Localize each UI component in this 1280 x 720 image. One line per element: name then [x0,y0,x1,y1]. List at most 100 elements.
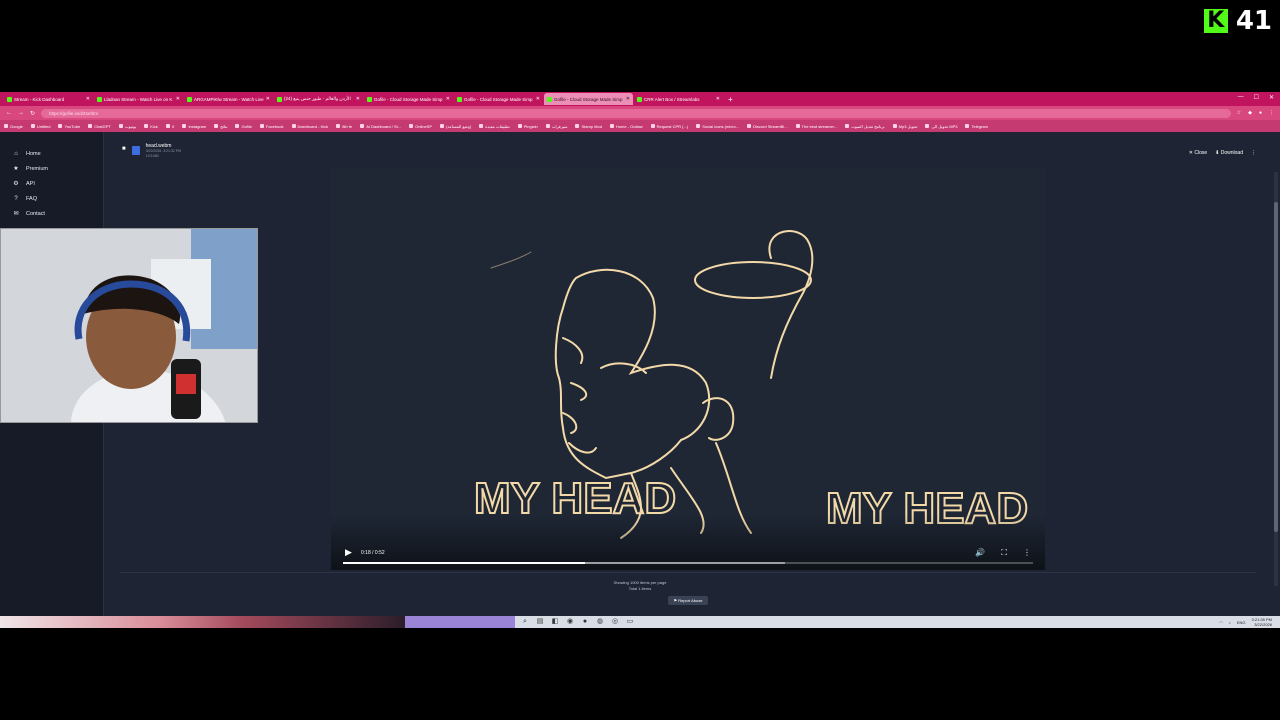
bookmark-item[interactable]: Untitled [31,124,51,129]
tab-favicon-icon [187,96,192,102]
bookmark-item[interactable]: Discord StreamBi... [747,124,787,129]
obs-icon[interactable]: ● [580,617,590,627]
close-button[interactable]: ✕ Close [1189,150,1207,156]
bookmark-item[interactable]: The best streamer... [796,124,838,129]
bookmark-item[interactable]: YouTube [58,124,80,129]
browser-tab[interactable]: Lladnan Stream - Watch Live on K ✕ [94,93,183,105]
code-icon: ⚙ [13,181,19,187]
tab-close-icon[interactable]: ✕ [446,96,450,102]
vscode-icon[interactable]: ◧ [550,617,560,627]
file-icon [131,146,140,155]
scroll-thumb[interactable] [1274,202,1278,532]
more-options-icon[interactable]: ⋮ [1251,150,1256,156]
tab-favicon-icon [277,96,282,102]
bookmark-item[interactable]: يوتيوب [119,124,136,129]
language-indicator[interactable]: ENG [1237,620,1246,625]
file-explorer-icon[interactable]: ▤ [535,617,545,627]
tab-close-icon[interactable]: ✕ [716,96,720,102]
bookmark-item[interactable]: تطبيقات مفيدة [479,124,510,129]
browser-tab[interactable]: Stream - Kick Dashboard ✕ [4,93,93,105]
tab-title: ARGAMPiKlw Stream - Watch Live [194,96,264,102]
browser-tab[interactable]: CRR Alert Box / Streamlabs ✕ [634,93,723,105]
maximize-icon[interactable]: ☐ [1254,94,1259,101]
bookmark-item[interactable]: نتائج [214,124,227,129]
bookmark-item[interactable]: Dashboard - Kick [292,124,329,129]
folder-icon[interactable]: ▭ [625,617,635,627]
browser-tab[interactable]: Gofile - Cloud Storage Made Simp ✕ [544,93,633,105]
extensions-area: ☆ ◆ ● ⋮ [1237,110,1274,116]
forward-icon[interactable]: → [18,110,24,116]
sidebar-item-premium[interactable]: ★ Premium [0,161,103,176]
bookmark-item[interactable]: Home - Outlaw [610,124,643,129]
tab-close-icon[interactable]: ✕ [86,96,90,102]
tab-close-icon[interactable]: ✕ [536,96,540,102]
bookmark-item[interactable]: Kick [144,124,158,129]
tab-close-icon[interactable]: ✕ [266,96,270,102]
tab-close-icon[interactable]: ✕ [176,96,180,102]
page-scrollbar[interactable] [1274,172,1278,586]
bookmark-item[interactable]: Facebook [260,124,284,129]
bookmarks-bar: Google Untitled YouTube ChatGPT يوتيوب Kick X I… [0,120,1280,132]
clock[interactable]: 3:21:35 PM 3/22/2026 [1252,617,1272,627]
bookmark-item[interactable]: Gofile [235,124,251,129]
video-more-icon[interactable]: ⋮ [1023,548,1031,558]
sidebar-item-faq[interactable]: ? FAQ [0,191,103,206]
minimize-icon[interactable]: — [1238,94,1244,101]
bookmark-item[interactable]: OnlineSP [409,124,432,129]
close-window-icon[interactable]: ✕ [1269,94,1274,101]
bookmark-item[interactable]: برنامج تعديل الصوت [845,124,885,129]
browser-tab[interactable]: Gofile - Cloud Storage Made Simp ✕ [364,93,453,105]
star-bookmark-icon[interactable]: ☆ [1237,110,1241,116]
chrome-icon[interactable]: ◉ [565,617,575,627]
bookmark-item[interactable]: سيرفرات [546,124,568,129]
video-progress-bar[interactable] [343,562,1033,564]
tab-favicon-icon [457,96,462,102]
sidebar-item-api[interactable]: ⚙ API [0,176,103,191]
download-button[interactable]: ⬇ Download [1215,150,1243,156]
url-input[interactable]: https://gofile.io/d/Zsef2m [41,108,1231,118]
new-tab-button[interactable]: + [728,95,733,104]
bookmark-item[interactable]: Google [4,124,23,129]
bookmark-item[interactable]: Instagram [182,124,206,129]
back-icon[interactable]: ← [6,110,12,116]
bookmark-item[interactable]: Stamp Mod [575,124,601,129]
video-player[interactable]: MY HEAD MY HEAD ▶ 0:18 / 0:52 🔊 ⛶ ⋮ [331,168,1045,570]
tab-close-icon[interactable]: ✕ [626,96,630,102]
tab-title: Stream - Kick Dashboard [14,96,65,102]
bookmark-item[interactable]: Social icons (micro... [696,124,739,129]
bookmark-item[interactable]: Pingwin [518,124,538,129]
browser-tab[interactable]: (24) الأردن والعالم - طيور جنس ينبع ✕ [274,93,363,105]
bookmark-item[interactable]: تحويل الى MP3 [925,124,957,129]
extension-icon[interactable]: ◆ [1248,110,1252,116]
viewer-count: 41 [1235,6,1272,36]
bookmark-item[interactable]: Request CPR (...) [651,124,689,129]
search-icon[interactable]: ⌕ [520,617,530,627]
tab-title: Gofile - Cloud Storage Made Simp [374,96,443,102]
bookmark-item[interactable]: AI Dashboard / St... [360,124,401,129]
profile-icon[interactable]: ● [1259,110,1262,116]
menu-icon[interactable]: ⋮ [1269,110,1274,116]
bookmark-item[interactable]: (وضع المساعد) [440,124,471,129]
sidebar-item-contact[interactable]: ✉ Contact [0,206,103,221]
steam-icon[interactable]: ◎ [610,617,620,627]
volume-icon[interactable]: 🔊 [975,548,985,558]
play-icon[interactable]: ▶ [345,547,352,558]
reload-icon[interactable]: ↻ [30,110,35,117]
browser-tab[interactable]: ARGAMPiKlw Stream - Watch Live ✕ [184,93,273,105]
tab-close-icon[interactable]: ✕ [356,96,360,102]
wifi-icon[interactable]: ◠ [1219,620,1223,625]
sidebar-item-home[interactable]: ⌂ Home [0,146,103,161]
bookmark-item[interactable]: Mp3 تحويل [893,124,918,129]
fullscreen-icon[interactable]: ⛶ [1001,548,1007,558]
bookmark-item[interactable]: 8th fe [336,124,352,129]
checkbox[interactable]: ■ [122,146,126,159]
browser-tab[interactable]: Gofile - Cloud Storage Made Simp ✕ [454,93,543,105]
bookmark-item[interactable]: Telegram [965,124,987,129]
report-abuse-button[interactable]: ⚑ Report Abuse [668,596,708,605]
speaker-icon[interactable]: ♪ [1229,620,1231,625]
tab-favicon-icon [7,96,12,102]
bookmark-item[interactable]: ChatGPT [88,124,111,129]
bookmark-item[interactable]: X [166,124,175,129]
wallpaper-strip-2 [405,616,515,628]
discord-icon[interactable]: ◍ [595,617,605,627]
